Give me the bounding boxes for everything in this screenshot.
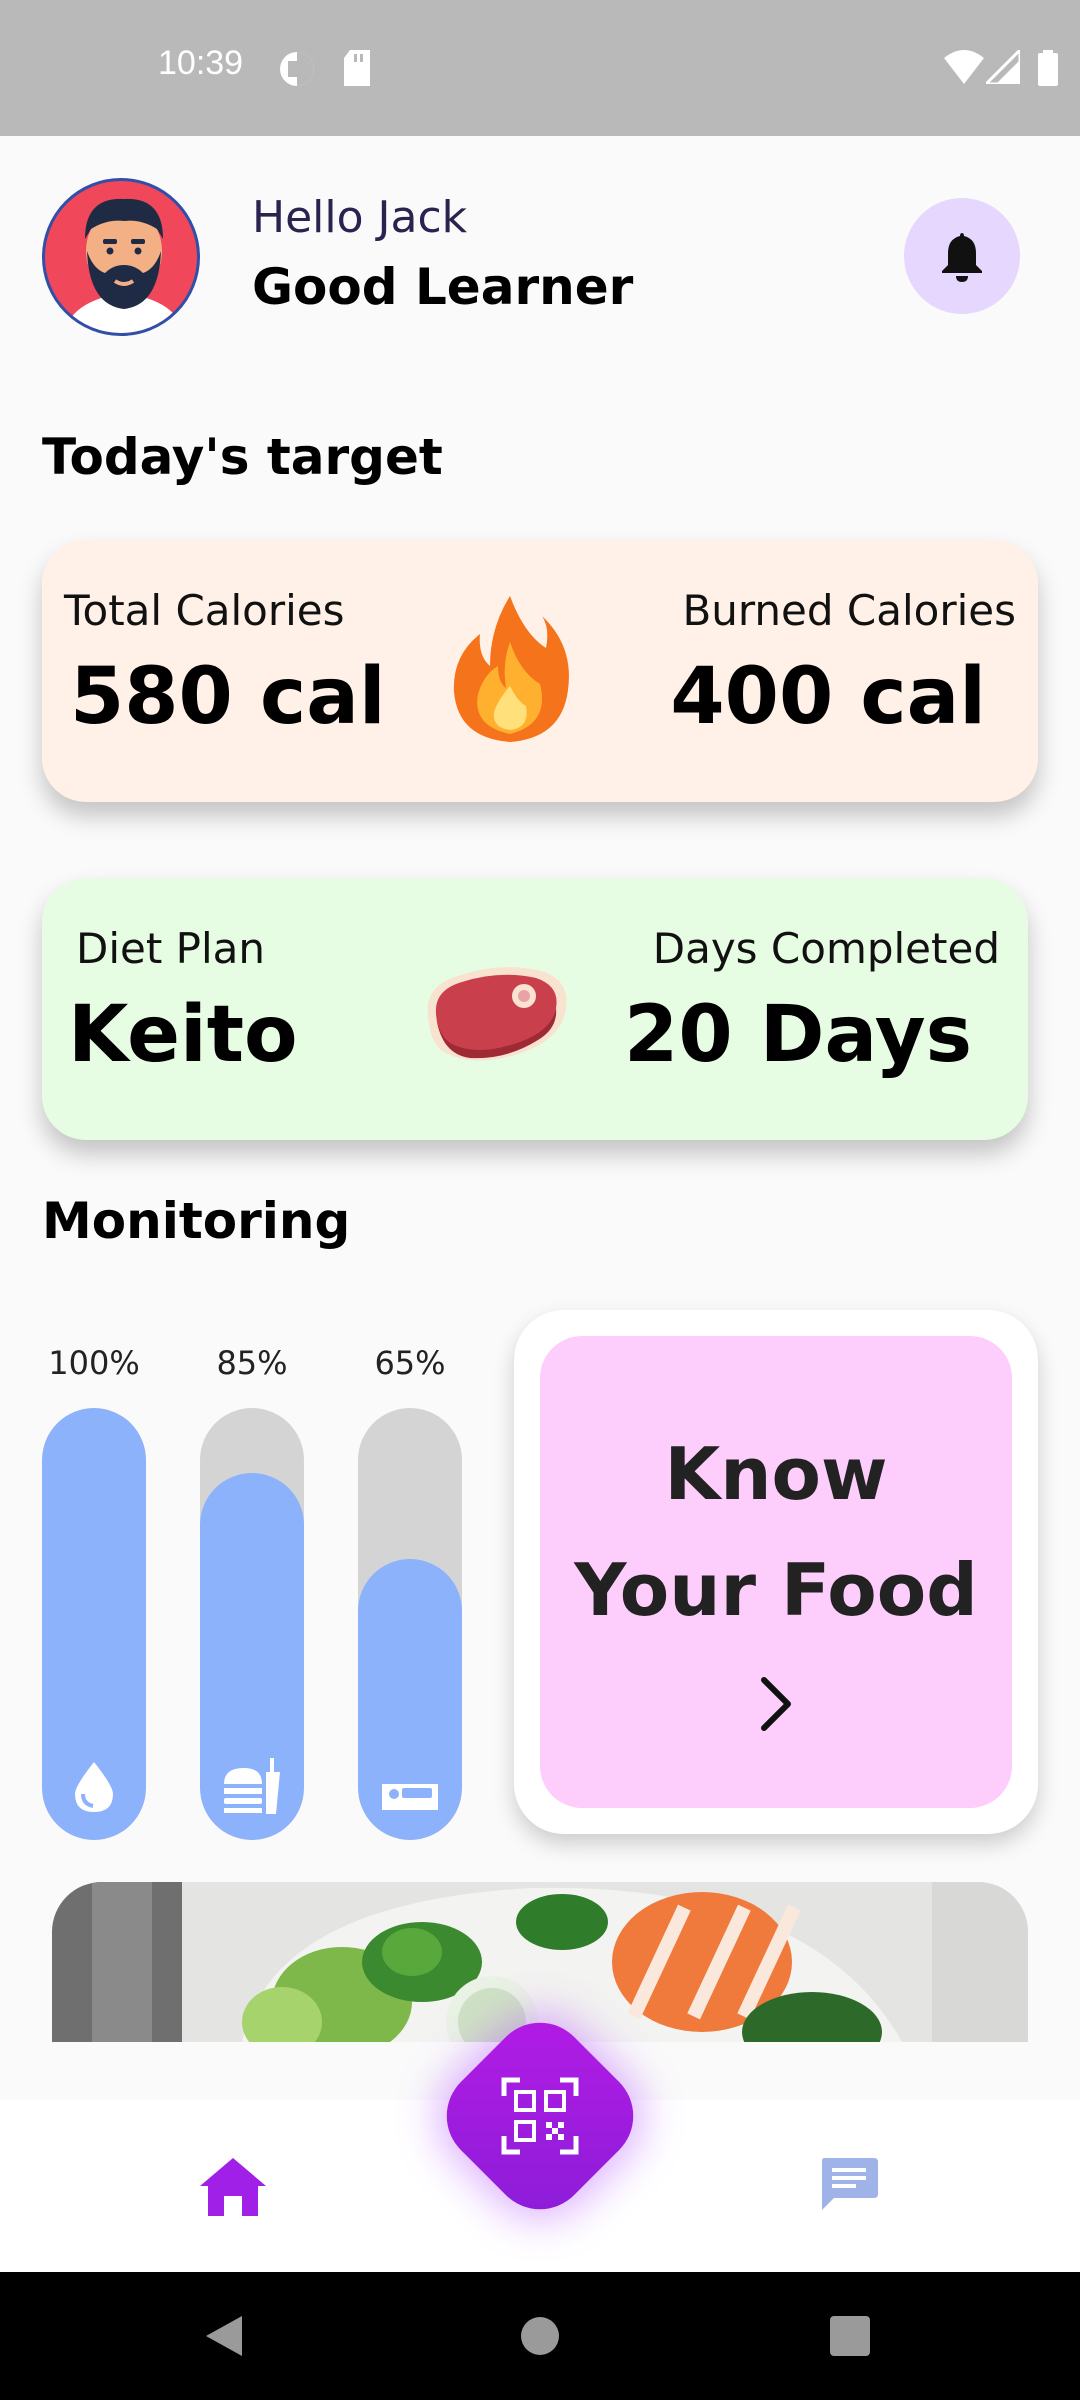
data-saver-icon bbox=[280, 52, 314, 86]
days-completed-label: Days Completed bbox=[652, 924, 1000, 973]
burned-calories-value: 400 cal bbox=[670, 652, 986, 742]
username-title: Good Learner bbox=[252, 258, 634, 316]
recents-icon[interactable] bbox=[830, 2316, 870, 2356]
water-progress-bar[interactable] bbox=[42, 1408, 146, 1840]
battery-icon bbox=[1038, 50, 1058, 86]
status-bar: 10:39 bbox=[0, 0, 1080, 136]
home-icon[interactable] bbox=[198, 2156, 268, 2218]
sleep-progress-bar[interactable] bbox=[358, 1408, 462, 1840]
water-percent-label: 100% bbox=[48, 1344, 140, 1382]
calories-card[interactable]: Total Calories 580 cal Burned Calories 4… bbox=[42, 540, 1038, 802]
diet-plan-value: Keito bbox=[68, 990, 298, 1080]
system-navigation-bar bbox=[0, 2272, 1080, 2400]
food-progress-bar[interactable] bbox=[200, 1408, 304, 1840]
status-time: 10:39 bbox=[158, 44, 244, 82]
know-your-food-title-line1: Know bbox=[664, 1432, 888, 1516]
know-your-food-inner[interactable]: Know Your Food bbox=[540, 1336, 1012, 1808]
diet-plan-card[interactable]: Diet Plan Keito Days Completed 20 Days bbox=[42, 878, 1028, 1140]
know-your-food-card[interactable]: Know Your Food bbox=[514, 1310, 1038, 1834]
water-drop-icon bbox=[75, 1762, 113, 1812]
know-your-food-title-line2: Your Food bbox=[574, 1548, 978, 1632]
home-circle-icon[interactable] bbox=[520, 2316, 560, 2356]
back-icon[interactable] bbox=[204, 2314, 244, 2358]
fire-icon bbox=[453, 596, 569, 742]
qr-scan-icon[interactable] bbox=[500, 2076, 580, 2156]
food-percent-label: 85% bbox=[216, 1344, 288, 1382]
total-calories-label: Total Calories bbox=[64, 586, 345, 635]
chevron-right-icon[interactable] bbox=[756, 1676, 796, 1732]
sleep-percent-label: 65% bbox=[374, 1344, 446, 1382]
bed-icon bbox=[382, 1784, 438, 1810]
days-completed-value: 20 Days bbox=[624, 990, 972, 1080]
burned-calories-label: Burned Calories bbox=[682, 586, 1016, 635]
cell-signal-icon bbox=[986, 50, 1020, 84]
wifi-icon bbox=[944, 50, 984, 84]
greeting-text: Hello Jack bbox=[252, 192, 468, 243]
steak-icon bbox=[427, 967, 567, 1061]
today-target-heading: Today's target bbox=[42, 428, 443, 486]
diet-plan-label: Diet Plan bbox=[76, 924, 266, 973]
avatar[interactable] bbox=[42, 178, 200, 336]
chat-icon[interactable] bbox=[818, 2156, 880, 2212]
food-icon bbox=[224, 1758, 280, 1814]
food-salad-image[interactable] bbox=[52, 1882, 1028, 2042]
monitoring-heading: Monitoring bbox=[42, 1192, 351, 1250]
notification-button[interactable] bbox=[904, 198, 1020, 314]
bell-icon bbox=[942, 233, 982, 282]
total-calories-value: 580 cal bbox=[70, 652, 386, 742]
sd-card-icon bbox=[344, 50, 370, 86]
